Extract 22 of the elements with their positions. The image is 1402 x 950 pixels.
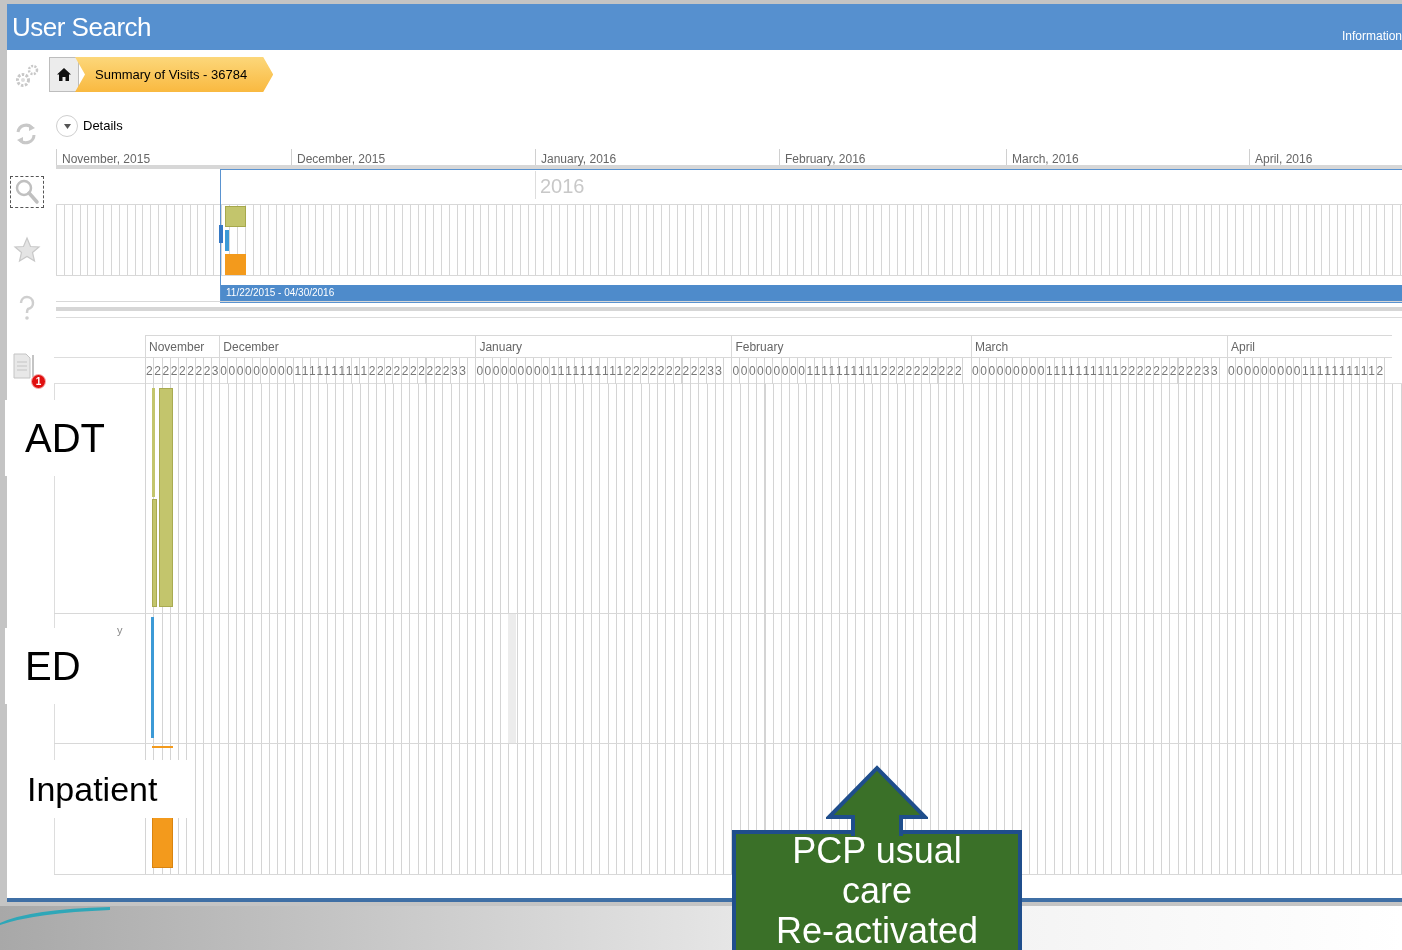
- month-label: January: [475, 335, 732, 358]
- month-label: November: [145, 335, 220, 358]
- month-label: December: [219, 335, 476, 358]
- month-label: February: [731, 335, 971, 358]
- month-label: February, 2016: [779, 149, 1006, 165]
- month-label: April, 2016: [1249, 149, 1402, 165]
- details-label: Details: [83, 117, 123, 136]
- document-button[interactable]: 1: [7, 350, 47, 390]
- month-label: December, 2015: [291, 149, 535, 165]
- row-label: y: [117, 623, 123, 638]
- notification-badge: 1: [31, 374, 46, 389]
- day-numbers: 222222223: [145, 358, 220, 384]
- callout-text: PCP usual care Re-activated: [775, 831, 979, 950]
- month-label: November, 2015: [56, 149, 291, 165]
- month-label: January, 2016: [535, 149, 779, 165]
- window-title: User Search: [11, 10, 151, 44]
- information-link[interactable]: Information: [1341, 27, 1402, 45]
- date-range-bar[interactable]: 11/22/2015 - 04/30/2016: [221, 285, 1402, 301]
- breadcrumb-link[interactable]: Summary of Visits - 36784: [75, 57, 274, 92]
- month-label: April: [1227, 335, 1393, 358]
- month-label: March: [970, 335, 1227, 358]
- month-label: March, 2016: [1006, 149, 1249, 165]
